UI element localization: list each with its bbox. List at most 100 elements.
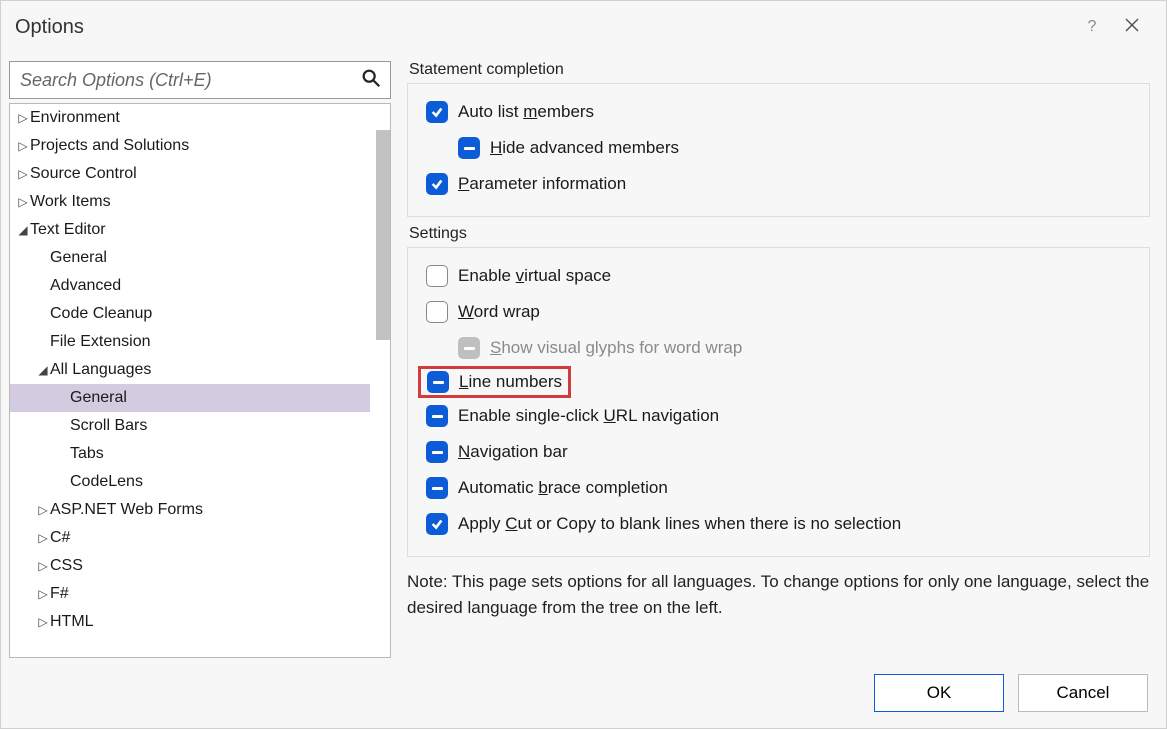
tree-item-label: Text Editor bbox=[30, 216, 106, 244]
tree-expanded-icon: ◢ bbox=[36, 356, 50, 384]
option-word-wrap: Word wrap bbox=[418, 294, 1139, 330]
tree-item[interactable]: ▷Environment bbox=[10, 104, 390, 132]
tree-item-label: Advanced bbox=[50, 272, 121, 300]
tree-item-label: All Languages bbox=[50, 356, 151, 384]
tree-item-label: HTML bbox=[50, 608, 94, 636]
checkbox[interactable] bbox=[426, 301, 448, 323]
tree-item-label: C# bbox=[50, 524, 70, 552]
option-show-visual-glyphs: Show visual glyphs for word wrap bbox=[418, 330, 1139, 366]
tree-item[interactable]: ▷Projects and Solutions bbox=[10, 132, 390, 160]
option-label: Automatic brace completion bbox=[458, 478, 668, 498]
checkbox[interactable] bbox=[426, 513, 448, 535]
tree-item[interactable]: ▷Advanced bbox=[10, 272, 390, 300]
option-navigation-bar: Navigation bar bbox=[418, 434, 1139, 470]
option-label: Navigation bar bbox=[458, 442, 568, 462]
tree-collapsed-icon: ▷ bbox=[36, 524, 50, 552]
cancel-button[interactable]: Cancel bbox=[1018, 674, 1148, 712]
option-parameter-information: Parameter information bbox=[418, 166, 1139, 202]
tree-item-label: File Extension bbox=[50, 328, 151, 356]
tree-scrollbar[interactable] bbox=[376, 130, 390, 340]
checkbox[interactable] bbox=[426, 173, 448, 195]
checkbox[interactable] bbox=[426, 101, 448, 123]
option-auto-list-members: Auto list members bbox=[418, 94, 1139, 130]
ok-button[interactable]: OK bbox=[874, 674, 1004, 712]
tree-item-label: Tabs bbox=[70, 440, 104, 468]
tree-item[interactable]: ▷Work Items bbox=[10, 188, 390, 216]
tree-item-label: General bbox=[50, 244, 107, 272]
tree-collapsed-icon: ▷ bbox=[36, 496, 50, 524]
checkbox[interactable] bbox=[426, 265, 448, 287]
checkbox[interactable] bbox=[426, 405, 448, 427]
tree-collapsed-icon: ▷ bbox=[36, 580, 50, 608]
group-title-settings: Settings bbox=[405, 225, 471, 243]
tree-collapsed-icon: ▷ bbox=[16, 188, 30, 216]
search-icon bbox=[360, 67, 382, 93]
option-enable-virtual-space: Enable virtual space bbox=[418, 258, 1139, 294]
tree-item[interactable]: ▷Tabs bbox=[10, 440, 390, 468]
dialog-title: Options bbox=[15, 16, 84, 39]
options-tree[interactable]: ▷Environment▷Projects and Solutions▷Sour… bbox=[9, 103, 391, 658]
checkbox[interactable] bbox=[458, 137, 480, 159]
option-hide-advanced-members: Hide advanced members bbox=[418, 130, 1139, 166]
checkbox[interactable] bbox=[426, 477, 448, 499]
tree-item[interactable]: ◢All Languages bbox=[10, 356, 390, 384]
option-label: Enable virtual space bbox=[458, 266, 611, 286]
search-box[interactable] bbox=[9, 61, 391, 99]
tree-expanded-icon: ◢ bbox=[16, 216, 30, 244]
group-title-statement-completion: Statement completion bbox=[405, 61, 568, 79]
tree-item-label: Work Items bbox=[30, 188, 111, 216]
tree-item-label: ASP.NET Web Forms bbox=[50, 496, 203, 524]
checkbox bbox=[458, 337, 480, 359]
tree-item[interactable]: ▷F# bbox=[10, 580, 390, 608]
option-label: Line numbers bbox=[459, 372, 562, 392]
tree-collapsed-icon: ▷ bbox=[16, 160, 30, 188]
option-label: Parameter information bbox=[458, 174, 626, 194]
tree-collapsed-icon: ▷ bbox=[36, 552, 50, 580]
help-button[interactable]: ? bbox=[1072, 18, 1112, 36]
note-text: Note: This page sets options for all lan… bbox=[407, 569, 1150, 620]
statement-completion-group: Auto list members Hide advanced members Pa… bbox=[407, 83, 1150, 217]
option-cut-copy-blank: Apply Cut or Copy to blank lines when th… bbox=[418, 506, 1139, 542]
tree-item[interactable]: ▷File Extension bbox=[10, 328, 390, 356]
tree-collapsed-icon: ▷ bbox=[16, 104, 30, 132]
tree-item[interactable]: ▷CSS bbox=[10, 552, 390, 580]
option-label: Auto list members bbox=[458, 102, 594, 122]
tree-item[interactable]: ▷General bbox=[10, 384, 390, 412]
tree-item[interactable]: ▷Code Cleanup bbox=[10, 300, 390, 328]
close-button[interactable] bbox=[1112, 16, 1152, 39]
tree-item-label: F# bbox=[50, 580, 69, 608]
tree-item-label: Code Cleanup bbox=[50, 300, 152, 328]
option-single-click-url: Enable single-click URL navigation bbox=[418, 398, 1139, 434]
option-label: Enable single-click URL navigation bbox=[458, 406, 719, 426]
tree-item-label: Environment bbox=[30, 104, 120, 132]
option-brace-completion: Automatic brace completion bbox=[418, 470, 1139, 506]
option-label: Apply Cut or Copy to blank lines when th… bbox=[458, 514, 901, 534]
tree-item-label: General bbox=[70, 384, 127, 412]
close-icon bbox=[1124, 17, 1140, 33]
tree-item[interactable]: ▷Source Control bbox=[10, 160, 390, 188]
checkbox[interactable] bbox=[426, 441, 448, 463]
option-label: Show visual glyphs for word wrap bbox=[490, 338, 742, 358]
tree-collapsed-icon: ▷ bbox=[16, 132, 30, 160]
tree-collapsed-icon: ▷ bbox=[36, 608, 50, 636]
tree-item-label: CSS bbox=[50, 552, 83, 580]
tree-item[interactable]: ▷General bbox=[10, 244, 390, 272]
tree-item[interactable]: ▷ASP.NET Web Forms bbox=[10, 496, 390, 524]
tree-item[interactable]: ◢Text Editor bbox=[10, 216, 390, 244]
option-label: Word wrap bbox=[458, 302, 540, 322]
tree-item[interactable]: ▷Scroll Bars bbox=[10, 412, 390, 440]
tree-item-label: CodeLens bbox=[70, 468, 143, 496]
option-label: Hide advanced members bbox=[490, 138, 679, 158]
checkbox[interactable] bbox=[427, 371, 449, 393]
tree-item[interactable]: ▷C# bbox=[10, 524, 390, 552]
tree-item-label: Source Control bbox=[30, 160, 137, 188]
tree-item[interactable]: ▷HTML bbox=[10, 608, 390, 636]
tree-item-label: Scroll Bars bbox=[70, 412, 147, 440]
settings-group: Enable virtual space Word wrap Show visual… bbox=[407, 247, 1150, 557]
tree-item-label: Projects and Solutions bbox=[30, 132, 189, 160]
tree-item[interactable]: ▷CodeLens bbox=[10, 468, 390, 496]
option-line-numbers: Line numbers bbox=[418, 366, 571, 398]
search-input[interactable] bbox=[10, 62, 390, 98]
options-dialog: Options ? ▷Environment▷Projects and Solu… bbox=[0, 0, 1167, 729]
titlebar: Options ? bbox=[1, 1, 1166, 53]
